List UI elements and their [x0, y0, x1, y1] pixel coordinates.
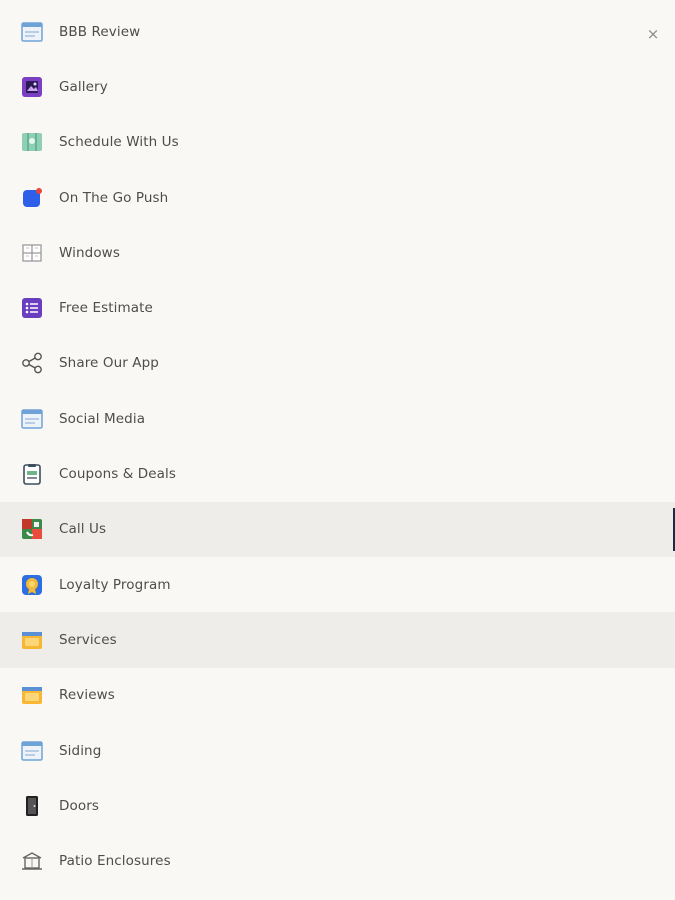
share-icon	[21, 352, 43, 374]
menu-item-label: Windows	[59, 244, 120, 261]
menu-item-label: Services	[59, 631, 117, 648]
menu-item-coupons-deals[interactable]: Coupons & Deals	[0, 446, 675, 501]
menu-item-loyalty-program[interactable]: Loyalty Program	[0, 557, 675, 612]
menu-item-call-us[interactable]: Call Us	[0, 501, 675, 557]
checklist-icon	[21, 297, 43, 319]
menu-item-doors[interactable]: Doors	[0, 778, 675, 833]
menu-item-bbb-review[interactable]: BBB Review	[0, 4, 675, 59]
menu-item-label: Gallery	[59, 78, 108, 95]
browser-window-icon	[21, 408, 43, 430]
folder-icon	[21, 684, 43, 706]
browser-window-icon	[21, 740, 43, 762]
menu-item-label: Share Our App	[59, 355, 159, 372]
menu-item-label: Loyalty Program	[59, 576, 171, 593]
gallery-icon	[21, 76, 43, 98]
menu-item-label: Coupons & Deals	[59, 466, 177, 483]
menu-item-siding[interactable]: Siding	[0, 723, 675, 778]
coupon-icon	[21, 463, 43, 485]
patio-icon	[21, 850, 43, 872]
menu-item-free-estimate[interactable]: Free Estimate	[0, 280, 675, 335]
menu-list: BBB Review Gallery Schedule With Us On T…	[0, 4, 675, 889]
menu-item-services[interactable]: Services	[0, 612, 675, 668]
window-grid-icon	[21, 242, 43, 264]
menu-item-reviews[interactable]: Reviews	[0, 668, 675, 723]
menu-item-label: Siding	[59, 742, 102, 759]
door-icon	[21, 795, 43, 817]
menu-item-share-our-app[interactable]: Share Our App	[0, 336, 675, 391]
menu-item-label: BBB Review	[59, 23, 141, 40]
menu-item-label: Reviews	[59, 687, 115, 704]
browser-window-icon	[21, 21, 43, 43]
menu-item-patio-enclosures[interactable]: Patio Enclosures	[0, 833, 675, 888]
menu-item-social-media[interactable]: Social Media	[0, 391, 675, 446]
menu-item-label: Free Estimate	[59, 300, 153, 317]
push-notification-icon	[21, 187, 43, 209]
menu-item-label: On The Go Push	[59, 189, 169, 206]
menu-item-label: Doors	[59, 797, 99, 814]
menu-item-gallery[interactable]: Gallery	[0, 59, 675, 114]
menu-item-label: Schedule With Us	[59, 134, 179, 151]
menu-item-label: Patio Enclosures	[59, 853, 171, 870]
menu-item-on-the-go-push[interactable]: On The Go Push	[0, 170, 675, 225]
menu-item-windows[interactable]: Windows	[0, 225, 675, 280]
loyalty-badge-icon	[21, 574, 43, 596]
calendar-map-icon	[21, 131, 43, 153]
side-menu: × BBB Review Gallery Schedule With Us On…	[0, 0, 675, 900]
menu-item-label: Call Us	[59, 521, 107, 538]
folder-icon	[21, 629, 43, 651]
phone-contact-icon	[21, 518, 43, 540]
menu-item-label: Social Media	[59, 410, 146, 427]
menu-item-schedule-with-us[interactable]: Schedule With Us	[0, 115, 675, 170]
